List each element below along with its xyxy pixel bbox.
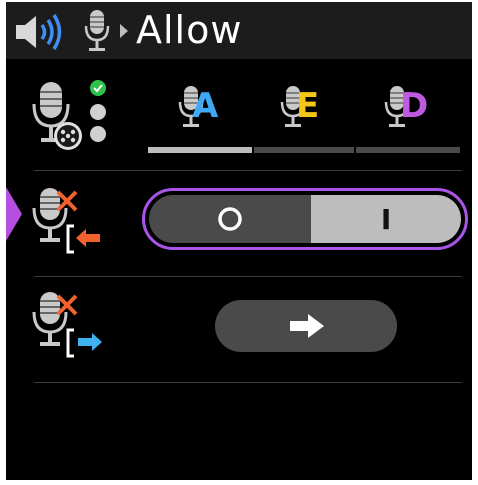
mode-letter-d: D [400,86,429,126]
mode-letter-a: A [192,86,219,126]
divider [34,276,462,277]
proceed-button[interactable] [215,300,397,352]
mode-indicator-active [148,147,252,153]
speaker-icon [16,14,62,50]
header-bar: Allow [6,2,472,59]
mode-indicator-segment [356,147,460,153]
microphone-icon [84,10,110,51]
mute-output-icon [32,292,102,358]
right-arrow-icon [290,314,324,338]
mute-input-icon [32,188,100,254]
auto-mute-toggle[interactable]: O I [142,188,468,250]
off-circle-icon [218,207,242,231]
device-screen: Allow A E D I [6,2,472,480]
breadcrumb-arrow-icon [120,24,128,38]
divider [34,170,462,171]
mode-letter-e: E [296,86,320,126]
toggle-on-label: I [380,202,392,236]
divider [34,382,462,383]
mode-indicator-segment [254,147,354,153]
page-title: Allow [136,8,243,52]
toggle-track: O I [149,195,461,243]
toggle-on-option[interactable]: I [311,195,461,243]
mode-status-icon [32,80,106,150]
toggle-off-option[interactable]: O [149,195,312,243]
selection-indicator [6,187,22,241]
